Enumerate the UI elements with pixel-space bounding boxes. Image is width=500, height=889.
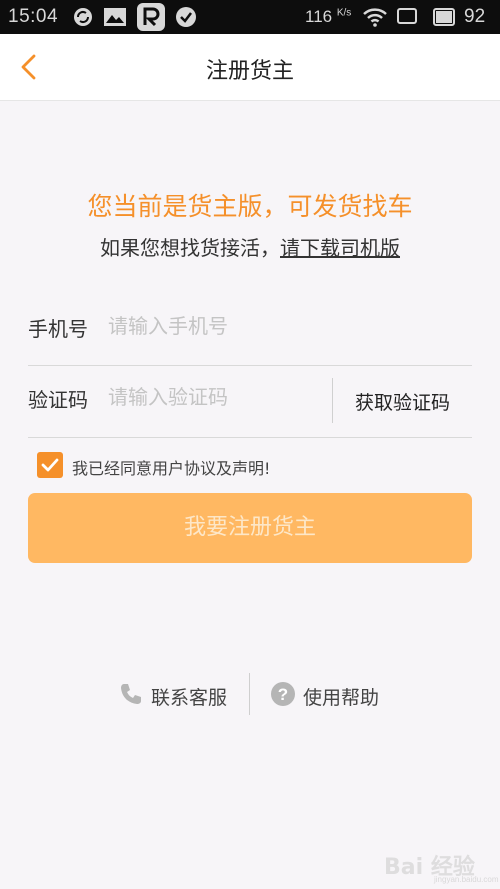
phone-input[interactable] bbox=[108, 309, 458, 343]
check-circle-icon bbox=[175, 6, 197, 34]
watermark-sub: jingyan.baidu.com bbox=[434, 875, 499, 884]
sync-icon bbox=[72, 6, 94, 34]
code-label: 验证码 bbox=[28, 388, 88, 412]
phone-label: 手机号 bbox=[28, 317, 88, 341]
checkmark-icon bbox=[41, 458, 59, 472]
help-label: 使用帮助 bbox=[303, 687, 380, 709]
download-driver-link[interactable]: 请下载司机版 bbox=[280, 236, 400, 260]
battery-level: 92 bbox=[464, 6, 486, 27]
phone-icon bbox=[118, 681, 144, 711]
page-title: 注册货主 bbox=[205, 59, 294, 84]
network-speed: 116 K/s bbox=[305, 7, 352, 26]
status-bar: 15:04 116 K/s 92 bbox=[0, 0, 500, 34]
baidu-jingyan-watermark: Bai 经验 jingyan.baidu.com bbox=[384, 843, 498, 884]
screen-icon bbox=[396, 6, 418, 32]
phone-row: 手机号 bbox=[28, 295, 472, 366]
contact-service-label: 联系客服 bbox=[151, 687, 228, 709]
version-subline: 如果您想找货接活，请下载司机版 bbox=[0, 232, 500, 261]
agreement-checkbox[interactable] bbox=[37, 452, 63, 478]
status-time: 15:04 bbox=[8, 6, 59, 27]
image-icon bbox=[103, 6, 127, 34]
r-app-icon bbox=[136, 2, 166, 38]
wifi-icon bbox=[362, 6, 388, 34]
question-circle-icon: ? bbox=[270, 681, 296, 711]
code-row: 验证码 获取验证码 bbox=[28, 366, 472, 438]
battery-icon bbox=[432, 6, 458, 34]
subline-text: 如果您想找货接活， bbox=[100, 236, 280, 260]
get-code-button[interactable]: 获取验证码 bbox=[333, 388, 472, 415]
code-input[interactable] bbox=[108, 380, 318, 414]
bottom-divider bbox=[249, 673, 250, 715]
version-headline: 您当前是货主版，可发货找车 bbox=[87, 192, 413, 221]
agreement-text[interactable]: 我已经同意用户协议及声明! bbox=[72, 455, 270, 479]
svg-text:?: ? bbox=[278, 685, 288, 704]
register-button[interactable]: 我要注册货主 bbox=[28, 493, 472, 563]
app-header: 注册货主 bbox=[0, 34, 500, 101]
